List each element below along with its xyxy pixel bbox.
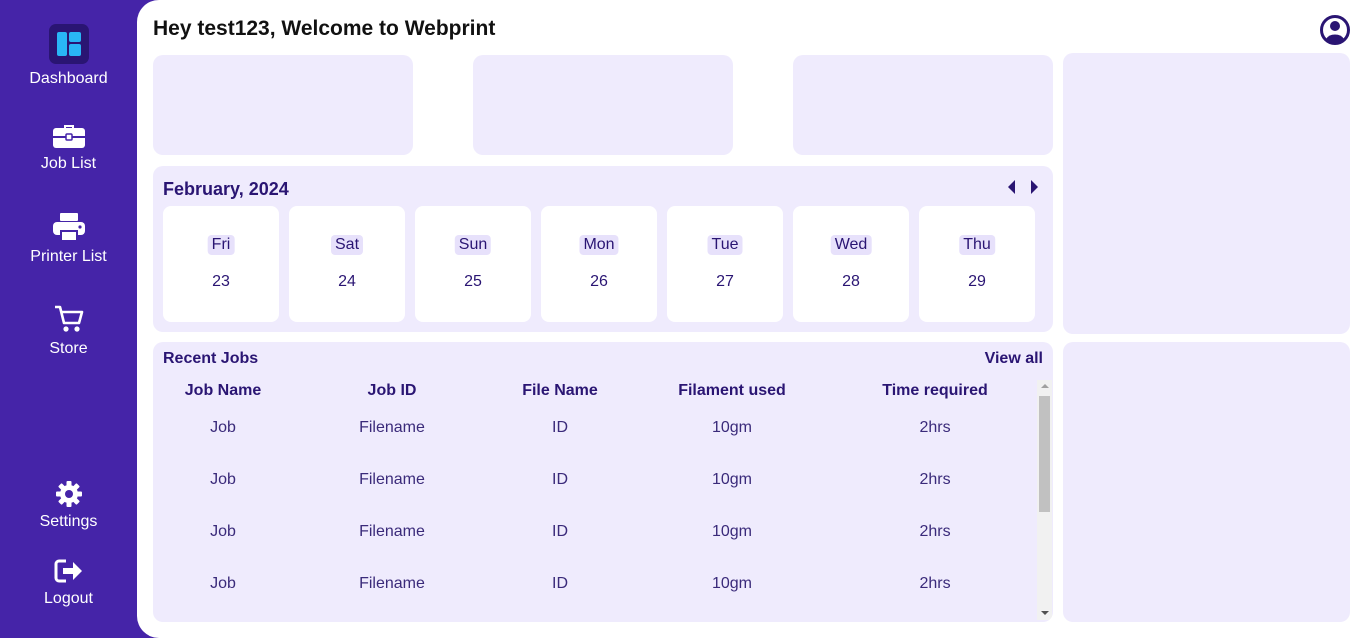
sidebar-item-label: Logout (44, 590, 93, 607)
day-card[interactable]: Thu 29 (919, 206, 1035, 322)
day-name: Sun (454, 235, 492, 255)
sidebar-item-printer-list[interactable]: Printer List (0, 212, 137, 266)
day-card[interactable]: Fri 23 (163, 206, 279, 322)
cell-filament: 10gm (711, 471, 753, 488)
day-date: 26 (590, 273, 608, 290)
sidebar-item-label: Settings (39, 513, 98, 530)
day-date: 25 (464, 273, 482, 290)
printer-icon (52, 212, 86, 242)
sidebar-item-label: Printer List (30, 248, 107, 265)
sidebar: Dashboard Job List Printer List Store Se… (0, 0, 137, 638)
briefcase-icon (52, 121, 86, 149)
day-date: 29 (968, 273, 986, 290)
sidebar-item-settings[interactable]: Settings (0, 481, 137, 531)
calendar-month: February, 2024 (163, 179, 289, 199)
day-card[interactable]: Wed 28 (793, 206, 909, 322)
day-name: Sat (330, 235, 364, 255)
cell-filament: 10gm (711, 575, 753, 592)
cart-icon (54, 304, 84, 334)
day-date: 24 (338, 273, 356, 290)
cell-time: 2hrs (919, 575, 951, 592)
sidebar-item-label: Dashboard (29, 70, 108, 87)
sidebar-item-store[interactable]: Store (0, 304, 137, 358)
sidebar-item-label: Job List (40, 155, 97, 172)
day-date: 23 (212, 273, 230, 290)
chevron-left-icon[interactable] (1005, 179, 1019, 195)
cell-file-name: ID (552, 419, 568, 436)
right-panel-top (1063, 53, 1350, 334)
scrollbar[interactable] (1037, 380, 1052, 620)
recent-jobs-title: Recent Jobs (163, 350, 259, 367)
stat-card-1 (153, 55, 413, 155)
scroll-down-arrow-icon[interactable] (1041, 611, 1049, 615)
cell-file-name: ID (552, 575, 568, 592)
recent-jobs-panel: Recent Jobs View all Job Name Job ID Fil… (153, 342, 1053, 622)
stat-card-2 (473, 55, 733, 155)
sidebar-item-job-list[interactable]: Job List (0, 121, 137, 173)
right-panel-bottom (1063, 342, 1350, 622)
day-card[interactable]: Sat 24 (289, 206, 405, 322)
day-card[interactable]: Sun 25 (415, 206, 531, 322)
day-name: Tue (707, 235, 743, 255)
page-title: Hey test123, Welcome to Webprint (153, 17, 496, 40)
day-date: 27 (716, 273, 734, 290)
day-name: Thu (959, 235, 995, 255)
cell-filament: 10gm (711, 419, 753, 436)
scroll-thumb[interactable] (1039, 396, 1050, 512)
user-circle-icon[interactable] (1320, 15, 1350, 45)
cell-time: 2hrs (919, 419, 951, 436)
logout-icon (54, 558, 84, 584)
day-card[interactable]: Mon 26 (541, 206, 657, 322)
day-name: Mon (579, 235, 619, 255)
cell-time: 2hrs (919, 523, 951, 540)
chevron-right-icon[interactable] (1027, 179, 1041, 195)
cell-filament: 10gm (711, 523, 753, 540)
cell-time: 2hrs (919, 471, 951, 488)
day-name: Wed (830, 235, 872, 255)
day-date: 28 (842, 273, 860, 290)
scroll-up-arrow-icon[interactable] (1041, 384, 1049, 388)
sidebar-item-logout[interactable]: Logout (0, 558, 137, 608)
day-card[interactable]: Tue 27 (667, 206, 783, 322)
sidebar-item-dashboard[interactable]: Dashboard (0, 24, 137, 88)
sidebar-item-label: Store (49, 340, 88, 357)
calendar: February, 2024 Fri 23 Sat 24 Sun 25 Mon … (153, 166, 1053, 332)
main-panel: Hey test123, Welcome to Webprint Februar… (137, 0, 1366, 638)
column-header: Filament used (678, 382, 786, 399)
column-header: Time required (882, 382, 988, 399)
dashboard-icon (48, 24, 89, 64)
column-header: File Name (522, 382, 598, 399)
gear-icon (55, 481, 82, 507)
cell-file-name: ID (552, 471, 568, 488)
day-name: Fri (207, 235, 235, 255)
stat-card-3 (793, 55, 1053, 155)
cell-file-name: ID (552, 523, 568, 540)
view-all-link[interactable]: View all (985, 350, 1043, 368)
